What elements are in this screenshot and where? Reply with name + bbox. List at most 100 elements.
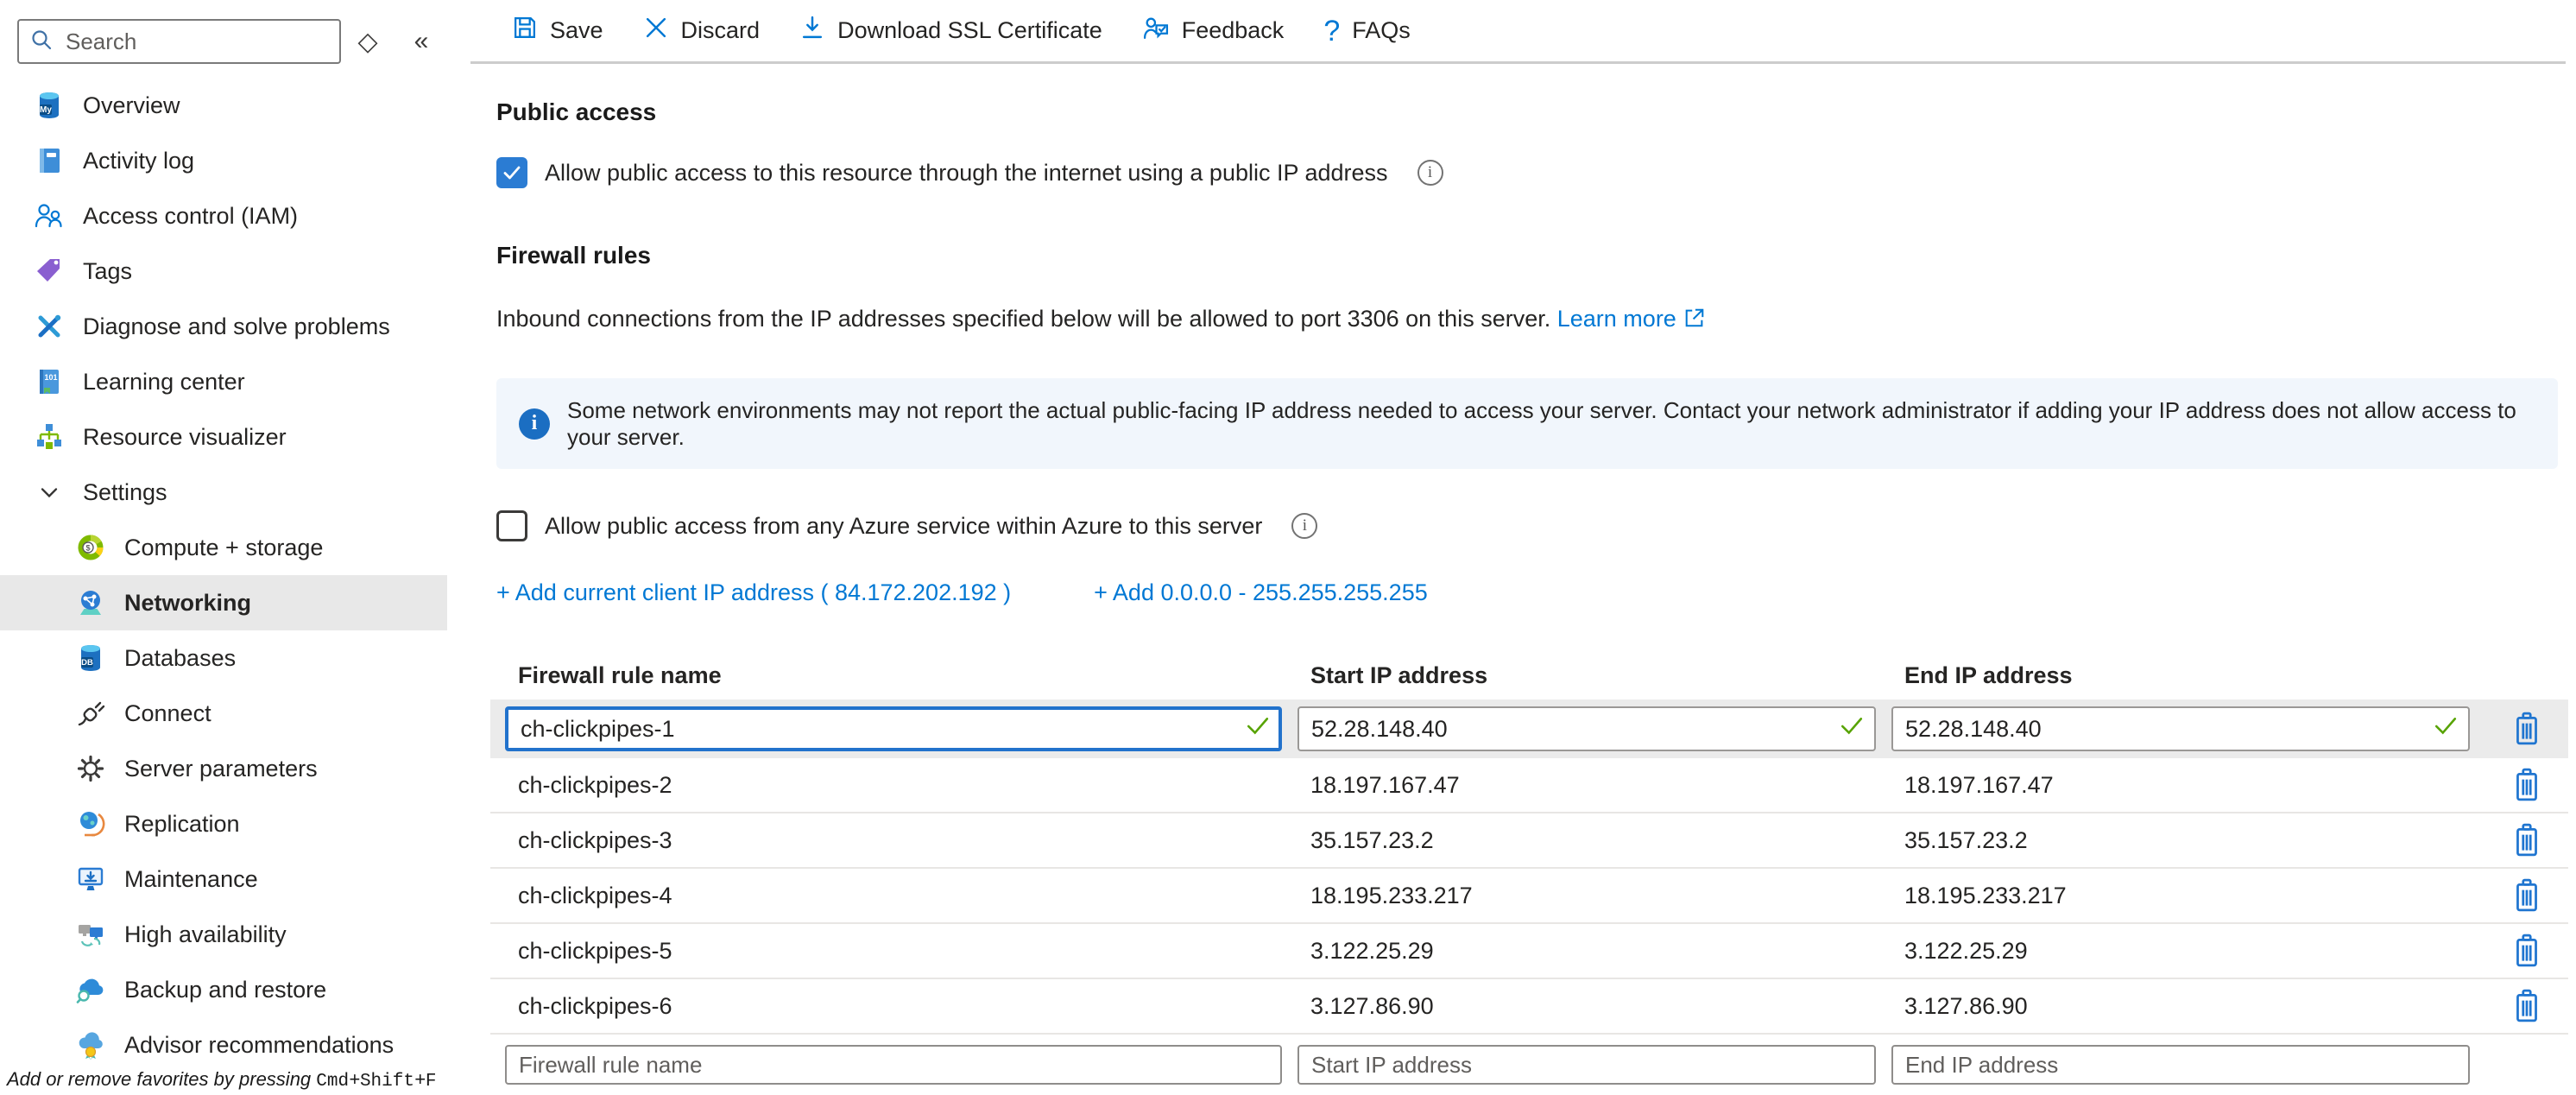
sidebar-item-backup-restore[interactable]: Backup and restore <box>0 962 447 1017</box>
rule-name-input[interactable] <box>505 706 1282 751</box>
high-availability-icon <box>74 918 107 951</box>
tags-icon <box>33 255 66 288</box>
discard-button[interactable]: Discard <box>643 15 761 47</box>
sidebar-item-label: High availability <box>124 921 287 948</box>
end-ip-input[interactable] <box>1891 706 2470 751</box>
sidebar: ◇ « My Overview Activity log Access cont… <box>0 0 470 1095</box>
sidebar-item-access-control[interactable]: Access control (IAM) <box>0 188 447 244</box>
info-banner-text: Some network environments may not report… <box>567 397 2535 451</box>
sidebar-item-label: Settings <box>83 479 167 506</box>
table-row-editing <box>490 699 2568 758</box>
public-access-checkbox-label: Allow public access to this resource thr… <box>545 160 1388 187</box>
replication-globe-icon <box>74 807 107 840</box>
svg-text:DB: DB <box>81 658 93 668</box>
compute-storage-icon: $ <box>74 531 107 564</box>
sidebar-item-label: Backup and restore <box>124 977 326 1003</box>
sidebar-item-label: Resource visualizer <box>83 424 287 451</box>
sidebar-item-replication[interactable]: Replication <box>0 796 447 851</box>
delete-rule-button[interactable] <box>2512 989 2541 1023</box>
connect-plug-icon <box>74 697 107 730</box>
sidebar-nav: My Overview Activity log Access control … <box>0 78 447 1073</box>
column-header-start-ip: Start IP address <box>1297 662 1876 689</box>
sidebar-item-compute-storage[interactable]: $ Compute + storage <box>0 520 447 575</box>
sidebar-item-resource-visualizer[interactable]: Resource visualizer <box>0 409 447 465</box>
sidebar-item-server-parameters[interactable]: Server parameters <box>0 741 447 796</box>
firewall-description: Inbound connections from the IP addresse… <box>496 306 2576 335</box>
save-icon <box>512 15 538 47</box>
sidebar-item-label: Diagnose and solve problems <box>83 313 390 340</box>
faqs-button[interactable]: ? FAQs <box>1323 16 1410 46</box>
start-ip: 3.127.86.90 <box>1297 993 1876 1020</box>
add-client-ip-link[interactable]: + Add current client IP address ( 84.172… <box>496 579 1011 606</box>
sidebar-item-label: Overview <box>83 92 180 119</box>
end-ip: 3.122.25.29 <box>1891 938 2470 965</box>
rule-name: ch-clickpipes-5 <box>505 938 1282 965</box>
databases-icon: DB <box>74 642 107 674</box>
search-box[interactable] <box>17 19 341 64</box>
delete-rule-button[interactable] <box>2512 878 2541 913</box>
sidebar-item-label: Advisor recommendations <box>124 1032 394 1059</box>
add-ip-links: + Add current client IP address ( 84.172… <box>496 579 2576 606</box>
feedback-button[interactable]: Feedback <box>1142 15 1285 47</box>
sidebar-item-networking[interactable]: Networking <box>0 575 447 630</box>
sidebar-item-label: Networking <box>124 590 251 617</box>
question-mark-icon: ? <box>1323 16 1340 46</box>
search-input[interactable] <box>64 28 329 56</box>
rule-name: ch-clickpipes-3 <box>505 827 1282 854</box>
new-start-ip-input[interactable] <box>1297 1045 1876 1085</box>
mysql-server-icon: My <box>33 89 66 122</box>
sidebar-item-label: Maintenance <box>124 866 258 893</box>
download-ssl-button[interactable]: Download SSL Certificate <box>799 15 1102 47</box>
save-button[interactable]: Save <box>512 15 603 47</box>
sidebar-item-connect[interactable]: Connect <box>0 686 447 741</box>
new-end-ip-input[interactable] <box>1891 1045 2470 1085</box>
azure-services-checkbox[interactable] <box>496 510 527 541</box>
collapse-sidebar-icon[interactable]: « <box>395 27 448 56</box>
diagnose-tools-icon <box>33 310 66 343</box>
new-rule-name-input[interactable] <box>505 1045 1282 1085</box>
sidebar-item-activity-log[interactable]: Activity log <box>0 133 447 188</box>
sidebar-item-overview[interactable]: My Overview <box>0 78 447 133</box>
pin-icon[interactable]: ◇ <box>341 27 395 57</box>
networking-icon <box>74 586 107 619</box>
favorites-hint: Add or remove favorites by pressing Cmd+… <box>7 1068 436 1092</box>
sidebar-item-label: Server parameters <box>124 756 318 782</box>
sidebar-item-label: Tags <box>83 258 132 285</box>
delete-rule-button[interactable] <box>2512 712 2541 746</box>
start-ip: 3.122.25.29 <box>1297 938 1876 965</box>
start-ip: 35.157.23.2 <box>1297 827 1876 854</box>
sidebar-item-diagnose[interactable]: Diagnose and solve problems <box>0 299 447 354</box>
delete-rule-button[interactable] <box>2512 934 2541 968</box>
info-banner: i Some network environments may not repo… <box>496 378 2558 469</box>
sidebar-item-label: Replication <box>124 811 240 838</box>
sidebar-item-databases[interactable]: DB Databases <box>0 630 447 686</box>
valid-check-icon <box>2434 716 2458 743</box>
delete-rule-button[interactable] <box>2512 823 2541 858</box>
learn-more-link[interactable]: Learn more <box>1557 306 1676 332</box>
download-icon <box>799 15 825 47</box>
info-icon[interactable]: i <box>1291 513 1317 539</box>
rule-name: ch-clickpipes-6 <box>505 993 1282 1020</box>
azure-services-checkbox-row: Allow public access from any Azure servi… <box>496 510 2576 541</box>
add-all-ips-link[interactable]: + Add 0.0.0.0 - 255.255.255.255 <box>1094 579 1428 606</box>
info-icon[interactable]: i <box>1417 160 1443 186</box>
column-header-name: Firewall rule name <box>505 662 1282 689</box>
sidebar-item-label: Activity log <box>83 148 194 174</box>
sidebar-item-label: Compute + storage <box>124 535 323 561</box>
table-header-row: Firewall rule name Start IP address End … <box>490 651 2568 699</box>
sidebar-item-high-availability[interactable]: High availability <box>0 907 447 962</box>
delete-rule-button[interactable] <box>2512 768 2541 802</box>
backup-restore-icon <box>74 973 107 1006</box>
public-access-checkbox[interactable] <box>496 157 527 188</box>
svg-text:My: My <box>40 105 52 115</box>
firewall-rules-title: Firewall rules <box>496 242 2576 269</box>
sidebar-item-learning-center[interactable]: 101 Learning center <box>0 354 447 409</box>
svg-text:101: 101 <box>44 373 57 382</box>
sidebar-item-tags[interactable]: Tags <box>0 244 447 299</box>
azure-services-checkbox-label: Allow public access from any Azure servi… <box>545 513 1262 540</box>
sidebar-item-settings[interactable]: Settings <box>0 465 447 520</box>
sidebar-item-maintenance[interactable]: Maintenance <box>0 851 447 907</box>
start-ip-input[interactable] <box>1297 706 1876 751</box>
table-row: ch-clickpipes-2 18.197.167.47 18.197.167… <box>490 758 2568 813</box>
sidebar-item-advisor[interactable]: Advisor recommendations <box>0 1017 447 1073</box>
